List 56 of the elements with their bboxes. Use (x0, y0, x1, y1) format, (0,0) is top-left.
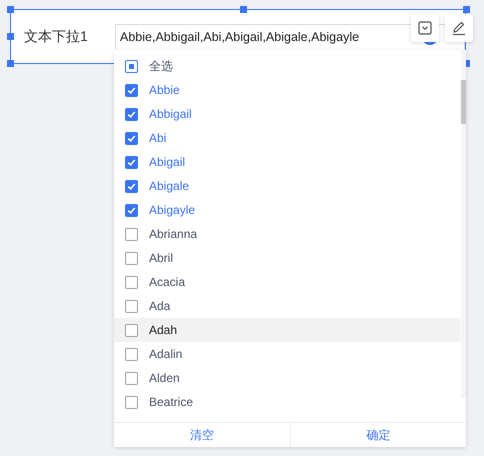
resize-handle[interactable] (463, 6, 470, 13)
resize-handle[interactable] (7, 60, 14, 67)
field-label: 文本下拉1 (24, 28, 89, 46)
checkbox[interactable] (125, 108, 138, 120)
pencil-icon (451, 20, 467, 36)
checkbox[interactable] (125, 252, 138, 264)
confirm-button[interactable]: 确定 (290, 423, 466, 447)
option-label: Acacia (149, 275, 186, 289)
checkbox[interactable] (125, 324, 138, 336)
option-label: Beatrice (149, 395, 194, 409)
option-label: Adah (149, 323, 178, 337)
checkbox[interactable] (125, 132, 138, 144)
option-row[interactable]: Abrianna (114, 222, 460, 246)
checkbox[interactable] (125, 228, 138, 240)
option-row[interactable]: Abbigail (114, 102, 460, 126)
option-label: Abigale (149, 179, 190, 193)
option-label: Abrianna (149, 227, 198, 241)
option-row[interactable]: Acacia (114, 270, 460, 294)
checkbox[interactable] (125, 60, 138, 72)
resize-handle[interactable] (240, 6, 247, 13)
option-label: Abbie (149, 83, 180, 97)
clear-button[interactable]: 清空 (114, 423, 290, 447)
option-label: Abigail (149, 155, 186, 169)
option-row[interactable]: Ada (114, 294, 460, 318)
option-label: Alden (149, 371, 180, 385)
checkbox[interactable] (125, 348, 138, 360)
option-label: 全选 (149, 58, 173, 74)
option-row[interactable]: Abigayle (114, 198, 460, 222)
option-row[interactable]: Abbie (114, 78, 460, 102)
scrollbar-thumb[interactable] (461, 80, 466, 124)
option-row[interactable]: Adah (114, 318, 460, 342)
checkbox[interactable] (125, 396, 138, 408)
checkbox[interactable] (125, 156, 138, 168)
resize-handle[interactable] (7, 33, 14, 40)
checkbox[interactable] (125, 300, 138, 312)
option-label: Abi (149, 131, 166, 145)
option-row[interactable]: Alden (114, 366, 460, 390)
resize-handle[interactable] (7, 6, 14, 13)
checkbox[interactable] (125, 204, 138, 216)
option-label: Abril (149, 251, 174, 265)
option-row[interactable]: Abigale (114, 174, 460, 198)
option-label: Ada (149, 299, 170, 313)
checkbox[interactable] (125, 84, 138, 96)
option-row[interactable]: Abigail (114, 150, 460, 174)
option-row[interactable]: Adalin (114, 342, 460, 366)
edit-button[interactable] (445, 14, 473, 42)
checkbox[interactable] (125, 276, 138, 288)
option-label: Abigayle (149, 203, 196, 217)
option-row[interactable]: Abril (114, 246, 460, 270)
option-row[interactable]: Beatrice (114, 390, 460, 414)
select-all-option[interactable]: 全选 (114, 54, 460, 78)
checkbox[interactable] (125, 180, 138, 192)
option-label: Abbigail (149, 107, 192, 121)
checkbox[interactable] (125, 372, 138, 384)
option-row[interactable]: Abi (114, 126, 460, 150)
option-label: Adalin (149, 347, 182, 361)
